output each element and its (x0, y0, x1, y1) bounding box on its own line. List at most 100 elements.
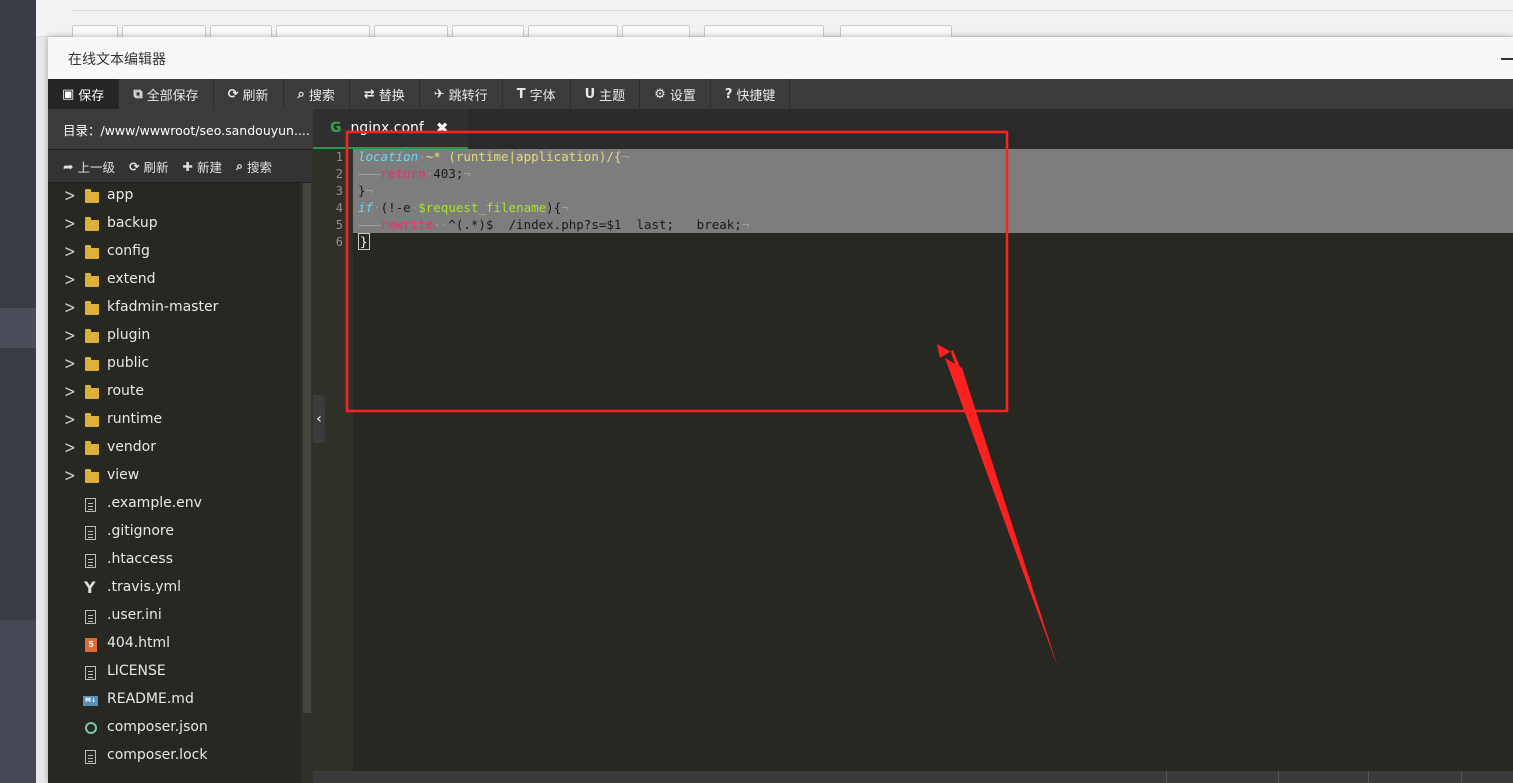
action-label: 刷新 (143, 159, 169, 175)
folder-item[interactable]: > kfadmin-master (48, 295, 301, 323)
file-item[interactable]: LICENSE (48, 659, 301, 687)
status-segment (1166, 771, 1167, 783)
folder-item[interactable]: > plugin (48, 323, 301, 351)
background-button (840, 25, 952, 37)
file-tree-sidebar: 目录：/www/wwwroot/seo.sandouyun.... ➦ 上一级 ⟳… (48, 109, 313, 783)
toolbar-shortcuts-button[interactable]: ? 快捷键 (711, 79, 791, 109)
background-button (276, 25, 370, 37)
toolbar-save-button[interactable]: ▣ 保存 (48, 79, 120, 109)
folder-item[interactable]: > route (48, 379, 301, 407)
code-text: } (358, 233, 370, 250)
file-name: 404.html (107, 635, 171, 651)
file-name: .gitignore (107, 523, 174, 539)
refresh-icon: ⟳ (227, 86, 239, 102)
toolbar-refresh-button[interactable]: ⟳ 刷新 (214, 79, 284, 109)
code-text: 403; (433, 166, 464, 181)
scrollbar-thumb[interactable] (303, 183, 311, 713)
folder-name: vendor (107, 439, 156, 455)
folder-name: extend (107, 271, 156, 287)
folder-name: view (107, 467, 140, 483)
folder-item[interactable]: > vendor (48, 435, 301, 463)
go-up-button[interactable]: ➦ 上一级 (63, 157, 115, 176)
file-item[interactable]: .htaccess (48, 547, 301, 575)
new-file-button[interactable]: ✚ 新建 (183, 157, 223, 176)
toolbar-font-button[interactable]: T 字体 (503, 79, 571, 109)
refresh-icon: ⟳ (129, 158, 140, 174)
chevron-right-icon[interactable]: > (64, 410, 76, 429)
chevron-right-icon[interactable]: > (64, 354, 76, 373)
chevron-right-icon[interactable]: > (64, 186, 76, 205)
chevron-right-icon[interactable]: > (64, 326, 76, 345)
code-editor: G nginx.conf ✖ 1 2 3 4 5 6 location·~* (… (313, 109, 1513, 783)
chevron-right-icon[interactable]: > (64, 438, 76, 457)
chevron-right-icon[interactable]: > (64, 466, 76, 485)
file-icon (85, 750, 96, 764)
search-icon: ⌕ (297, 86, 305, 102)
file-item[interactable]: .example.env (48, 491, 301, 519)
file-name: .example.env (107, 495, 202, 511)
folder-item[interactable]: > config (48, 239, 301, 267)
folder-item[interactable]: > app (48, 183, 301, 211)
folder-name: runtime (107, 411, 163, 427)
line-number: 4 (335, 201, 343, 215)
background-button (528, 25, 618, 37)
file-name: .user.ini (107, 607, 162, 623)
file-item[interactable]: composer.lock (48, 743, 301, 771)
chevron-right-icon[interactable]: > (64, 382, 76, 401)
markdown-file-icon: M↓ (83, 696, 98, 706)
chevron-right-icon[interactable]: > (64, 270, 76, 289)
minimize-icon[interactable] (1501, 58, 1513, 60)
online-text-editor-dialog: 在线文本编辑器 ▣ 保存 ⧉ 全部保存 ⟳ 刷新 ⌕ 搜索 ⇄ 替换 ✈ 跳转行 T 字体 U… (48, 37, 1513, 783)
goto-line-icon: ✈ (433, 86, 445, 102)
toolbar-label: 全部保存 (146, 88, 199, 104)
file-name: .htaccess (107, 551, 173, 567)
folder-item[interactable]: > backup (48, 211, 301, 239)
background-button (122, 25, 206, 37)
search-icon: ⌕ (236, 158, 244, 173)
toolbar-settings-button[interactable]: ⚙ 设置 (640, 79, 711, 109)
chevron-right-icon[interactable]: > (64, 242, 76, 261)
file-item[interactable]: composer.json (48, 715, 301, 743)
chevron-right-icon[interactable]: > (64, 298, 76, 317)
sidebar-scrollbar[interactable] (301, 183, 313, 783)
close-icon[interactable]: ✖ (436, 119, 449, 137)
file-item[interactable]: .gitignore (48, 519, 301, 547)
file-tree: > app > backup > config > extend > kfadmin-ma… (48, 183, 301, 783)
collapse-sidebar-button[interactable]: ‹ (313, 395, 325, 443)
help-question-icon: ? (724, 86, 733, 102)
folder-icon (85, 357, 99, 371)
folder-item[interactable]: > extend (48, 267, 301, 295)
file-type-icon: G (330, 120, 342, 136)
toolbar-replace-button[interactable]: ⇄ 替换 (350, 79, 420, 109)
folder-item[interactable]: > public (48, 351, 301, 379)
chevron-left-icon: ‹ (316, 411, 322, 427)
line-number: 3 (335, 184, 343, 198)
toolbar-goto-line-button[interactable]: ✈ 跳转行 (420, 79, 503, 109)
folder-item[interactable]: > view (48, 463, 301, 491)
directory-path: 目录：/www/wwwroot/seo.sandouyun.... (48, 109, 313, 150)
toolbar-search-button[interactable]: ⌕ 搜索 (284, 79, 350, 109)
folder-name: kfadmin-master (107, 299, 219, 315)
search-files-button[interactable]: ⌕ 搜索 (236, 157, 272, 176)
toolbar-theme-button[interactable]: U 主题 (571, 79, 641, 109)
toolbar-label: 快捷键 (736, 88, 776, 104)
chevron-right-icon[interactable]: > (64, 214, 76, 233)
toolbar-label: 主题 (599, 88, 626, 104)
background-sidebar (0, 0, 36, 783)
file-item[interactable]: 5 404.html (48, 631, 301, 659)
background-button (622, 25, 690, 37)
action-label: 上一级 (77, 159, 115, 175)
file-item[interactable]: .user.ini (48, 603, 301, 631)
background-button (374, 25, 448, 37)
refresh-tree-button[interactable]: ⟳ 刷新 (129, 157, 169, 176)
file-item[interactable]: Y .travis.yml (48, 575, 301, 603)
folder-icon (85, 329, 99, 343)
toolbar-save-all-button[interactable]: ⧉ 全部保存 (119, 79, 214, 109)
toolbar-label: 刷新 (242, 88, 269, 104)
folder-item[interactable]: > runtime (48, 407, 301, 435)
tab-nginx-conf[interactable]: G nginx.conf ✖ (313, 109, 468, 149)
file-item[interactable]: M↓ README.md (48, 687, 301, 715)
code-area[interactable]: location·~* (runtime|application)/{¬ ———… (353, 149, 1513, 771)
line-number: 5 (335, 218, 343, 232)
folder-icon (85, 413, 99, 427)
